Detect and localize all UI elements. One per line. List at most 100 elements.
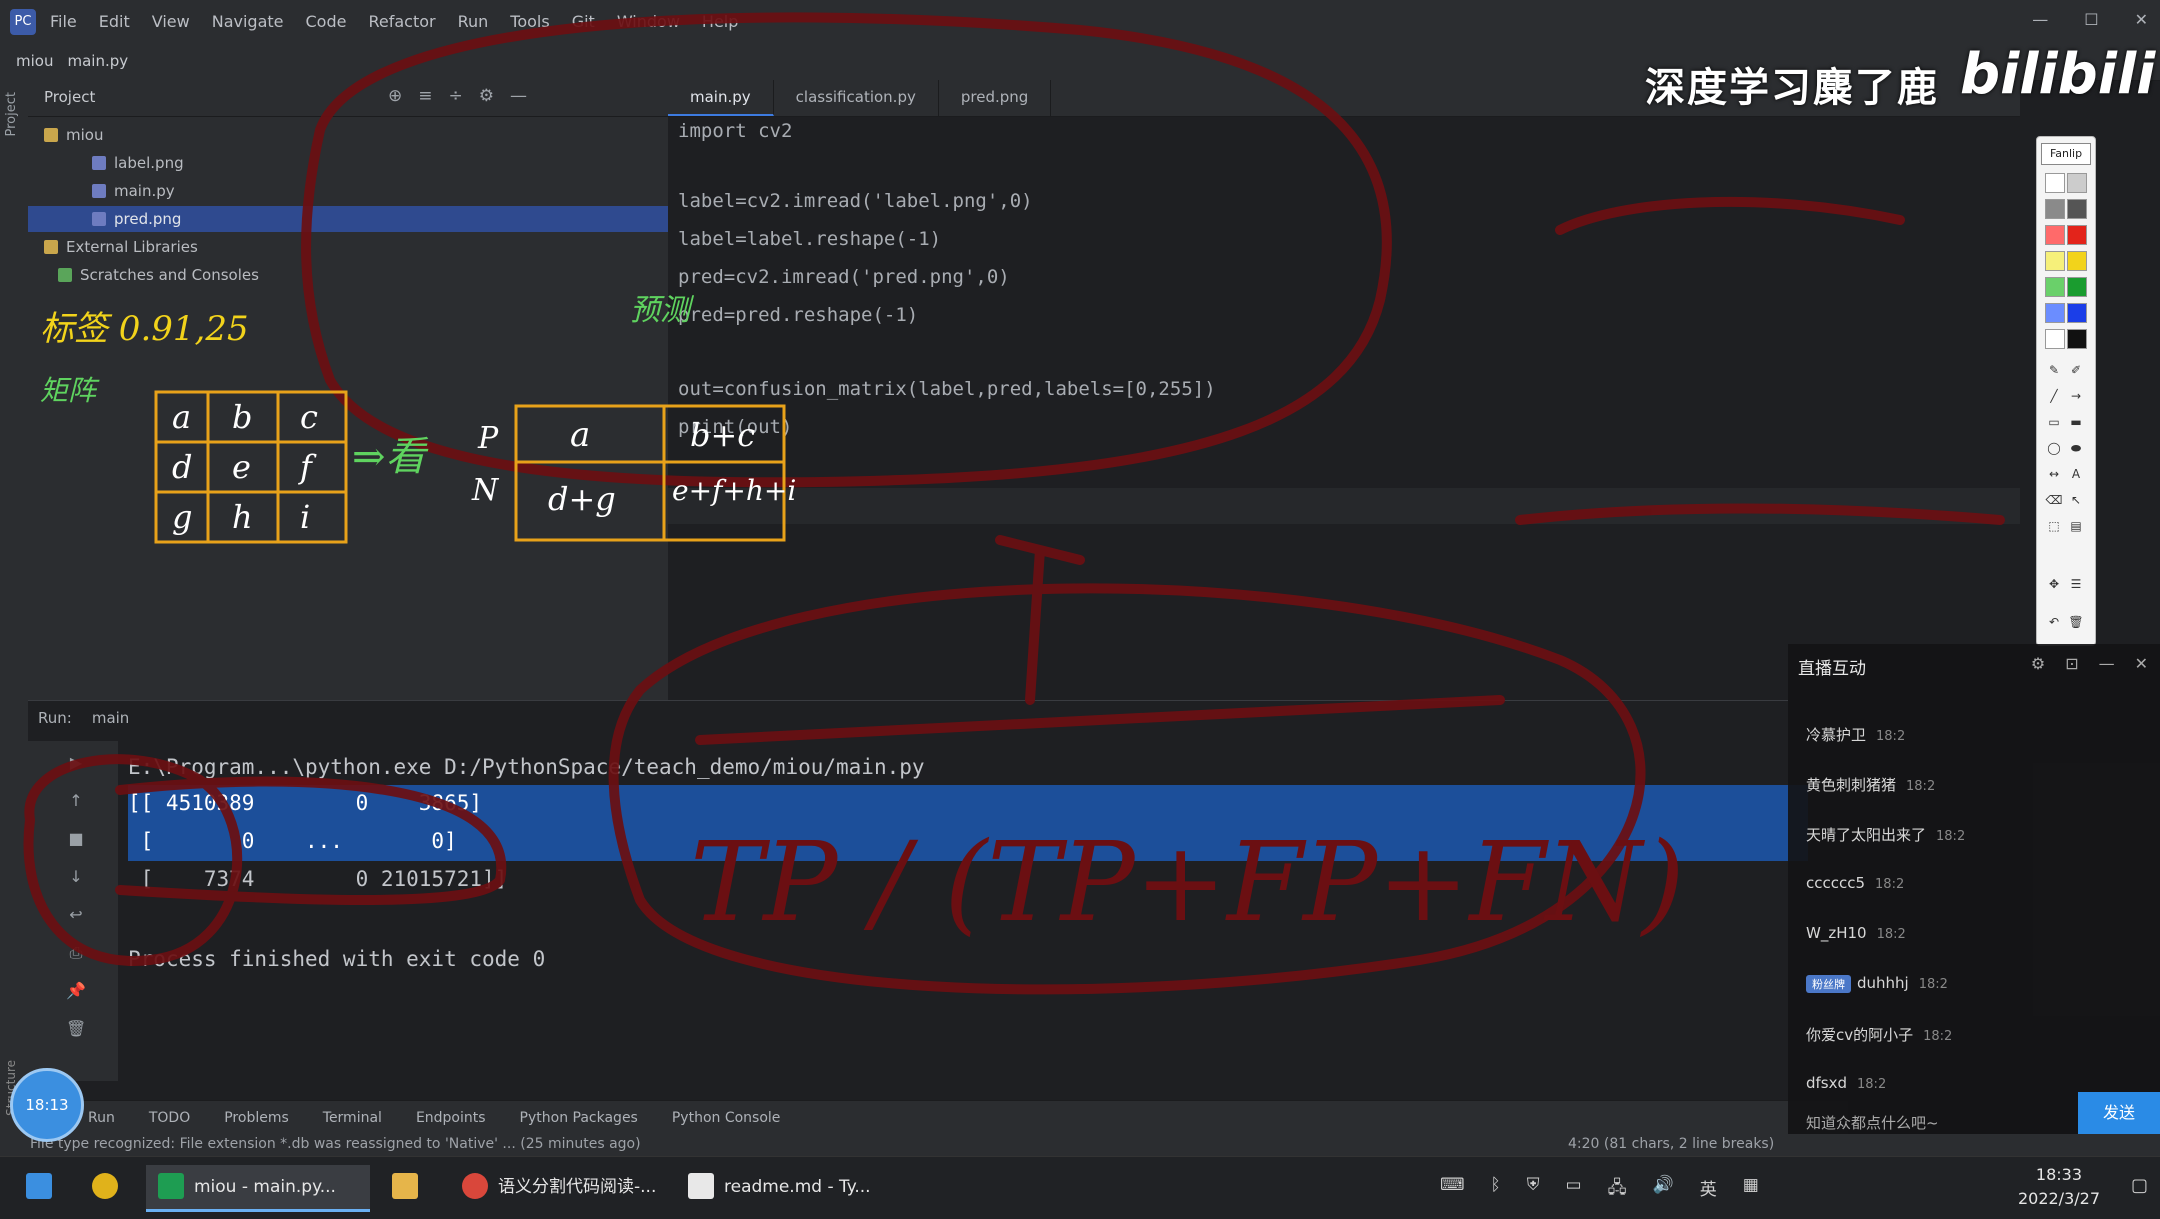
- taskbar-typora[interactable]: readme.md - Ty...: [676, 1165, 900, 1209]
- select-icon[interactable]: ⬚: [2045, 519, 2063, 533]
- shield-icon[interactable]: ⛨: [1527, 1175, 1540, 1204]
- pin-icon[interactable]: ⊡: [2065, 654, 2078, 673]
- project-tool-button[interactable]: Project: [4, 92, 19, 136]
- tree-external-libraries[interactable]: External Libraries: [28, 234, 684, 260]
- delete-icon[interactable]: 🗑: [66, 1019, 86, 1039]
- menu-refactor[interactable]: Refactor: [368, 12, 435, 31]
- tool-run[interactable]: Run: [88, 1110, 115, 1126]
- color-lightyellow-swatch[interactable]: [2045, 251, 2065, 271]
- close-icon[interactable]: ✕: [2135, 654, 2148, 673]
- up-arrow-icon[interactable]: ↑: [66, 791, 86, 811]
- filled-rect-icon[interactable]: ▬: [2067, 415, 2085, 429]
- tree-file-pred-png[interactable]: pred.png: [28, 206, 732, 232]
- menu-tools[interactable]: Tools: [510, 12, 549, 31]
- breadcrumb-file[interactable]: main.py: [67, 52, 128, 70]
- project-title[interactable]: Project: [44, 88, 95, 106]
- color-charcoal-swatch[interactable]: [2067, 199, 2087, 219]
- minimize-icon[interactable]: —: [2032, 10, 2048, 29]
- tab-classification-py[interactable]: classification.py: [774, 80, 939, 116]
- menu-help[interactable]: Help: [702, 12, 738, 31]
- color-gray-swatch[interactable]: [2067, 173, 2087, 193]
- caret-position[interactable]: 4:20 (81 chars, 2 line breaks): [1568, 1136, 1774, 1152]
- calendar-icon[interactable]: ▦: [1743, 1175, 1759, 1204]
- code-editor[interactable]: main.py classification.py pred.png impor…: [668, 80, 2020, 700]
- chrome-taskbar-icon[interactable]: [80, 1165, 130, 1209]
- tab-pred-png[interactable]: pred.png: [939, 80, 1052, 116]
- gear-icon[interactable]: ⚙: [479, 86, 494, 106]
- double-arrow-icon[interactable]: ↔: [2045, 467, 2063, 481]
- breadcrumb-project[interactable]: miou: [16, 52, 53, 70]
- line-icon[interactable]: ╱: [2045, 389, 2063, 403]
- start-button[interactable]: [14, 1165, 64, 1209]
- tree-scratches[interactable]: Scratches and Consoles: [28, 262, 698, 288]
- color-red-swatch[interactable]: [2067, 225, 2087, 245]
- eraser-icon[interactable]: ⌫: [2045, 493, 2063, 507]
- pen-icon[interactable]: ✎: [2045, 363, 2063, 377]
- minimize-icon[interactable]: —: [2099, 654, 2115, 673]
- color-blue-swatch[interactable]: [2067, 303, 2087, 323]
- filled-ellipse-icon[interactable]: ⬬: [2067, 441, 2085, 455]
- taskbar-browser[interactable]: 语义分割代码阅读-...: [450, 1165, 684, 1209]
- down-arrow-icon[interactable]: ↓: [66, 867, 86, 887]
- pin-icon[interactable]: 📌: [66, 981, 86, 1001]
- pointer-icon[interactable]: ↖: [2067, 493, 2085, 507]
- color-black-swatch[interactable]: [2067, 329, 2087, 349]
- board-icon[interactable]: ▤: [2067, 519, 2085, 533]
- file-explorer-taskbar[interactable]: [380, 1165, 430, 1209]
- color-yellow-swatch[interactable]: [2067, 251, 2087, 271]
- send-button[interactable]: 发送: [2078, 1092, 2160, 1134]
- battery-icon[interactable]: ▭: [1566, 1175, 1582, 1204]
- menu-file[interactable]: File: [50, 12, 77, 31]
- menu-window[interactable]: Window: [617, 12, 680, 31]
- avatar[interactable]: 18:13: [10, 1068, 84, 1142]
- tool-endpoints[interactable]: Endpoints: [416, 1110, 486, 1126]
- arrow-icon[interactable]: →: [2067, 389, 2085, 403]
- tree-file-main-py[interactable]: main.py: [28, 178, 732, 204]
- locate-icon[interactable]: ⊕: [388, 86, 402, 106]
- settings-icon[interactable]: ⚙: [2031, 654, 2045, 673]
- expand-all-icon[interactable]: ≡: [418, 86, 432, 106]
- color-white-swatch[interactable]: [2045, 173, 2065, 193]
- network-icon[interactable]: 🖧: [1608, 1175, 1627, 1204]
- close-icon[interactable]: ✕: [2135, 10, 2148, 29]
- taskbar-pycharm[interactable]: miou - main.py...: [146, 1165, 370, 1212]
- tab-main-py[interactable]: main.py: [668, 80, 774, 116]
- menu-edit[interactable]: Edit: [99, 12, 130, 31]
- notification-icon[interactable]: ▢: [2131, 1175, 2148, 1196]
- run-config-tab[interactable]: main: [92, 709, 129, 727]
- rerun-icon[interactable]: ▶: [66, 753, 86, 773]
- color-white2-swatch[interactable]: [2045, 329, 2065, 349]
- color-pink-swatch[interactable]: [2045, 225, 2065, 245]
- menu-code[interactable]: Code: [306, 12, 347, 31]
- bluetooth-icon[interactable]: ᛒ: [1491, 1175, 1501, 1204]
- print-icon[interactable]: ⎙: [66, 943, 86, 963]
- text-tool-icon[interactable]: A: [2067, 467, 2085, 481]
- trash-icon[interactable]: 🗑: [2067, 615, 2085, 629]
- tool-problems[interactable]: Problems: [224, 1110, 289, 1126]
- tool-todo[interactable]: TODO: [149, 1110, 190, 1126]
- draw-toolbar-header[interactable]: Fanlip: [2041, 143, 2091, 165]
- hide-icon[interactable]: —: [510, 86, 527, 106]
- color-lightgreen-swatch[interactable]: [2045, 277, 2065, 297]
- stop-icon[interactable]: ■: [66, 829, 86, 849]
- wrap-icon[interactable]: ↩: [66, 905, 86, 925]
- input-method[interactable]: 英: [1700, 1175, 1717, 1204]
- system-clock[interactable]: 18:33 2022/3/27: [2018, 1163, 2100, 1211]
- menu-run[interactable]: Run: [458, 12, 489, 31]
- collapse-all-icon[interactable]: ÷: [449, 86, 463, 106]
- undo-icon[interactable]: ↶: [2045, 615, 2063, 629]
- maximize-icon[interactable]: ☐: [2084, 10, 2098, 29]
- color-lightblue-swatch[interactable]: [2045, 303, 2065, 323]
- move-icon[interactable]: ✥: [2045, 577, 2063, 591]
- tree-root[interactable]: miou: [28, 122, 684, 148]
- marker-icon[interactable]: ✐: [2067, 363, 2085, 377]
- tool-python-packages[interactable]: Python Packages: [520, 1110, 638, 1126]
- tool-terminal[interactable]: Terminal: [323, 1110, 382, 1126]
- volume-icon[interactable]: 🔊: [1653, 1175, 1674, 1204]
- color-green-swatch[interactable]: [2067, 277, 2087, 297]
- keyboard-icon[interactable]: ⌨: [1440, 1175, 1465, 1204]
- menu-git[interactable]: Git: [572, 12, 595, 31]
- chat-input-hint[interactable]: 知道众都点什么吧~: [1806, 1112, 1939, 1133]
- menu-view[interactable]: View: [152, 12, 190, 31]
- tree-file-label-png[interactable]: label.png: [28, 150, 732, 176]
